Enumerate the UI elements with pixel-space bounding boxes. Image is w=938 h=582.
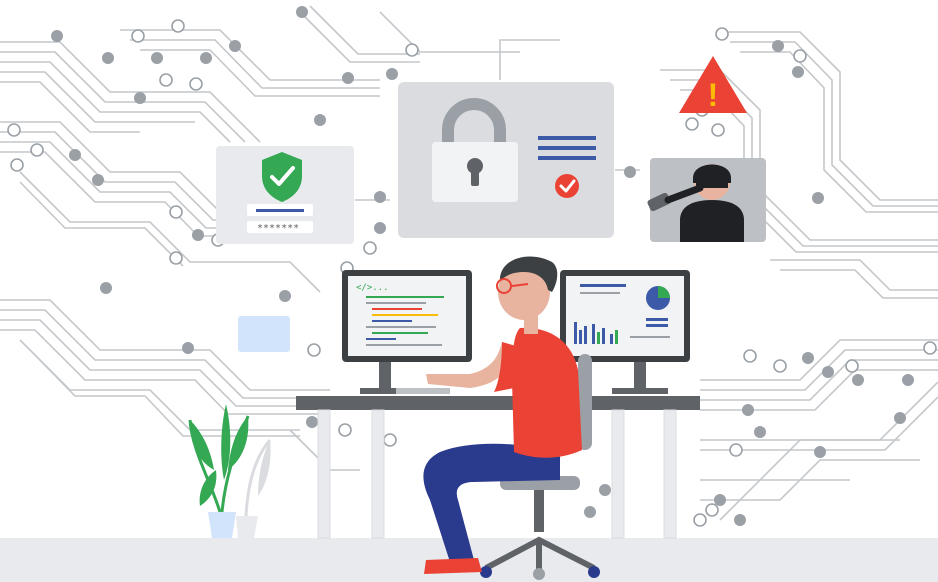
warning-glyph: ! <box>708 77 719 113</box>
floating-card <box>238 316 290 352</box>
keyboard <box>396 388 450 394</box>
pie-chart-icon <box>646 286 670 310</box>
potted-plant <box>188 404 272 538</box>
login-card: ******* <box>216 146 354 244</box>
lock-card <box>398 82 614 238</box>
warning-triangle-icon: ! <box>679 56 747 113</box>
check-circle-icon <box>555 174 579 198</box>
illustration-scene: ******* ! </>... <box>0 5 938 582</box>
password-mask: ******* <box>257 223 299 234</box>
hacker-card <box>647 158 766 242</box>
code-tag: </>... <box>356 283 389 293</box>
